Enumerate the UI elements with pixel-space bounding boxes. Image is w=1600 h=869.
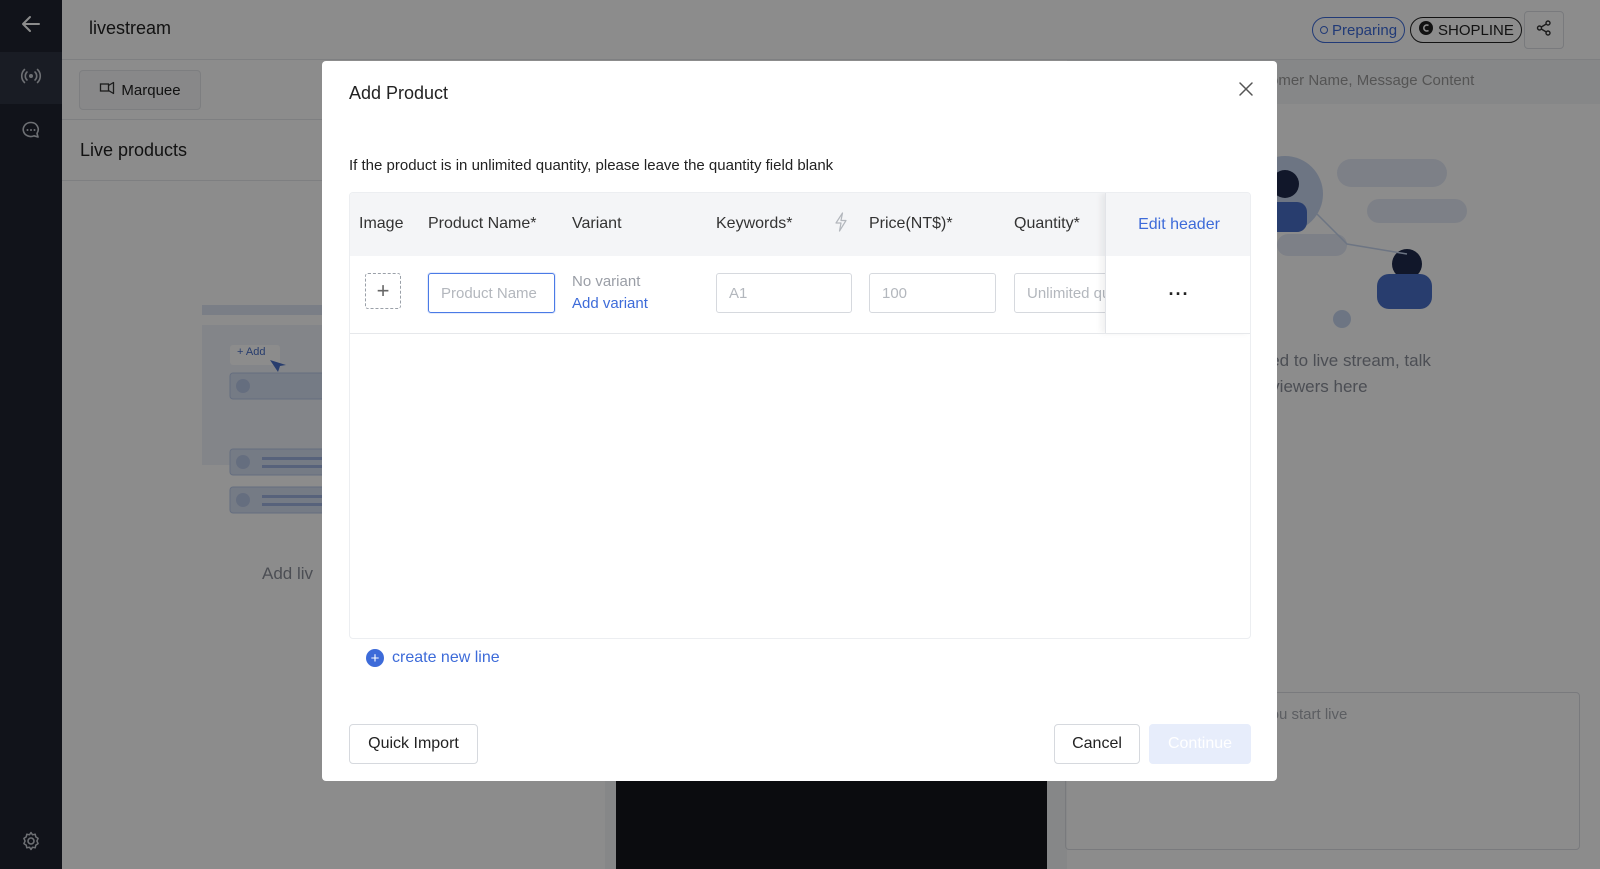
continue-button[interactable]: Continue <box>1149 724 1251 764</box>
add-product-modal: Add Product If the product is in unlimit… <box>322 61 1277 781</box>
col-keywords: Keywords* <box>716 215 793 232</box>
plus-circle-icon: + <box>366 649 384 667</box>
edit-header-button[interactable]: Edit header <box>1106 193 1250 256</box>
col-product-name: Product Name* <box>428 215 537 232</box>
quick-import-button[interactable]: Quick Import <box>349 724 478 764</box>
variant-none-text: No variant <box>572 273 641 290</box>
row-divider <box>350 333 1250 334</box>
plus-icon: + <box>376 278 390 303</box>
col-quantity: Quantity* <box>1014 215 1080 232</box>
create-new-line-label: create new line <box>392 649 500 666</box>
actions-column: Edit header ··· <box>1105 193 1250 333</box>
image-upload-button[interactable]: + <box>365 273 401 309</box>
keywords-input[interactable] <box>716 273 852 313</box>
product-name-input[interactable] <box>428 273 555 313</box>
modal-title: Add Product <box>349 83 449 103</box>
lightning-icon[interactable] <box>834 212 848 237</box>
col-variant: Variant <box>572 215 622 232</box>
close-button[interactable] <box>1234 79 1258 103</box>
create-new-line-button[interactable]: + create new line <box>366 649 500 667</box>
product-table: Image Product Name* Variant Keywords* Pr… <box>349 192 1251 639</box>
close-icon <box>1238 81 1254 102</box>
col-image: Image <box>359 215 404 232</box>
add-variant-link[interactable]: Add variant <box>572 295 648 312</box>
cancel-button[interactable]: Cancel <box>1054 724 1140 764</box>
price-input[interactable] <box>869 273 996 313</box>
quantity-hint: If the product is in unlimited quantity,… <box>349 157 834 174</box>
col-price: Price(NT$)* <box>869 215 953 232</box>
row-more-button[interactable]: ··· <box>1106 256 1250 333</box>
